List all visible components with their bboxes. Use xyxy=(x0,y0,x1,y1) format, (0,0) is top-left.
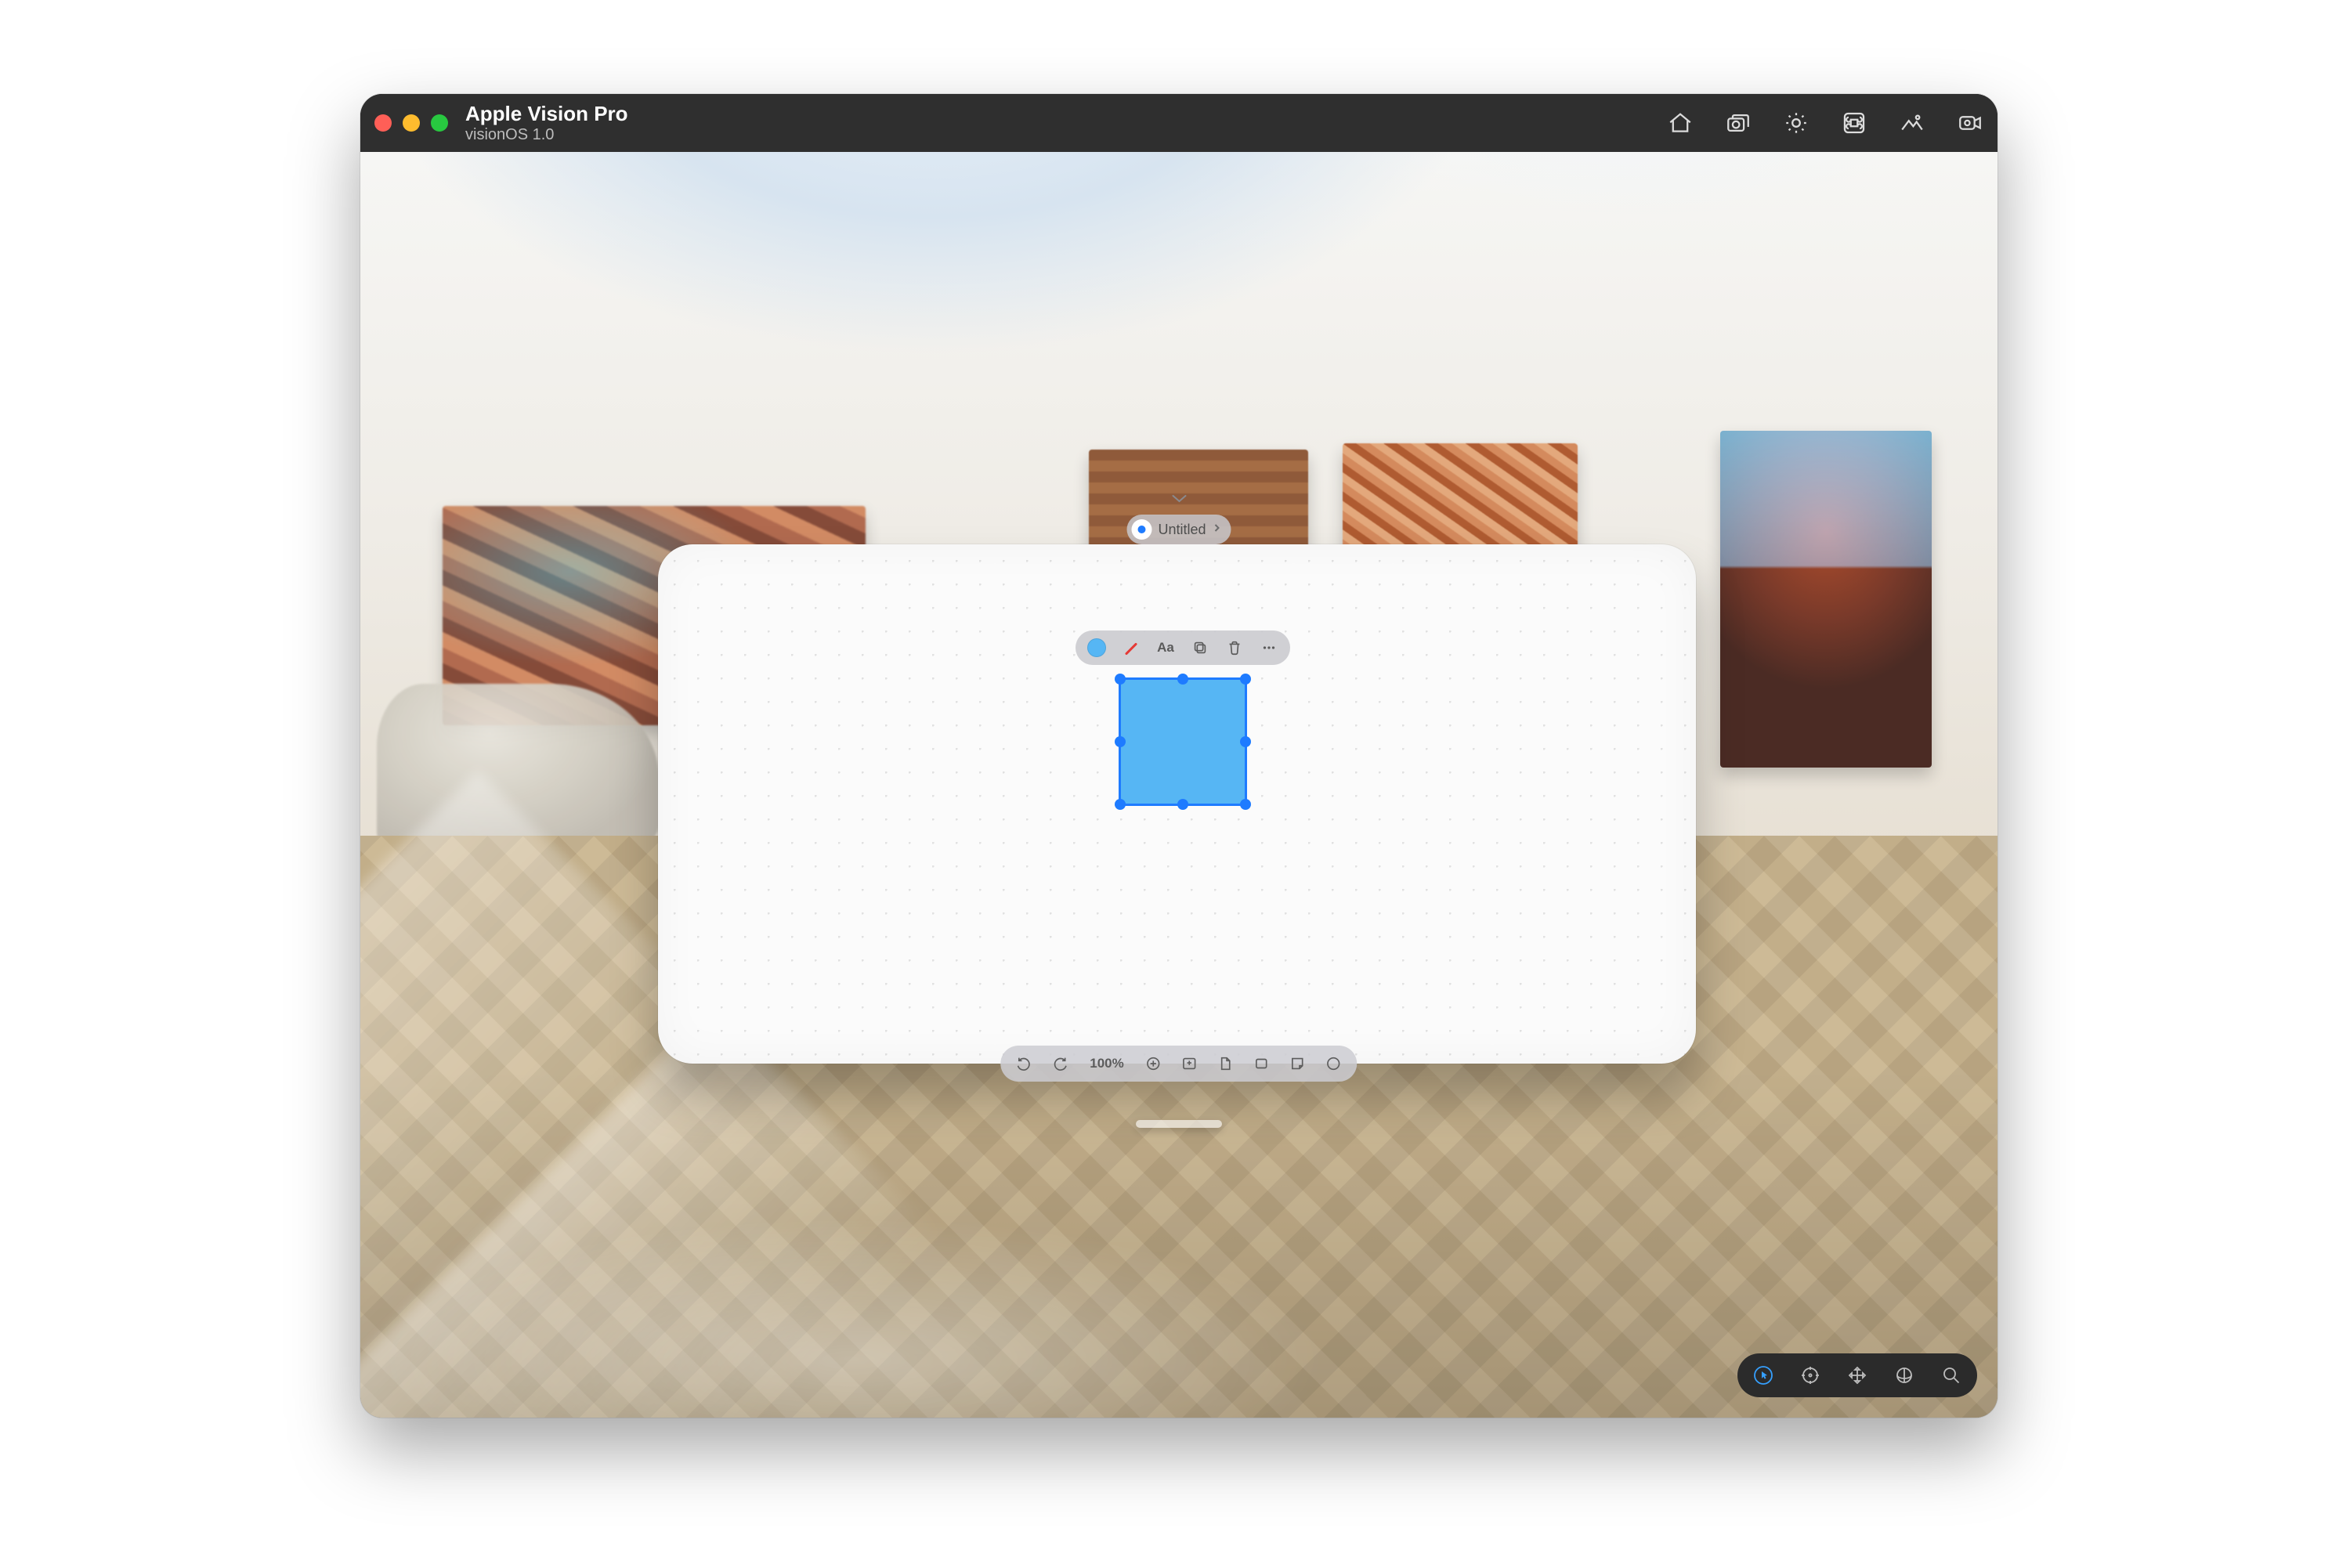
text-tool-button[interactable]: Aa xyxy=(1155,638,1176,658)
zoom-level[interactable]: 100% xyxy=(1086,1056,1126,1071)
window-grab-bar[interactable] xyxy=(1136,1120,1222,1128)
more-icon[interactable] xyxy=(1259,638,1279,658)
simulator-viewport[interactable]: Untitled Aa xyxy=(360,152,1998,1418)
resize-handle-sw[interactable] xyxy=(1115,799,1126,810)
duplicate-icon[interactable] xyxy=(1190,638,1210,658)
bottom-toolbar: 100% xyxy=(1000,1046,1357,1082)
record-icon[interactable] xyxy=(1957,110,1983,136)
camera-multi-icon[interactable] xyxy=(1725,110,1752,136)
insert-image-icon[interactable] xyxy=(1180,1054,1199,1073)
document-name: Untitled xyxy=(1158,522,1206,538)
floor-light-beam xyxy=(360,1006,1101,1418)
context-toolbar: Aa xyxy=(1076,630,1290,665)
pan-mode-button[interactable] xyxy=(1846,1364,1869,1387)
canvas-window[interactable]: Aa xyxy=(658,544,1696,1064)
text-tool-label: Aa xyxy=(1157,640,1174,656)
camera-controls xyxy=(1737,1353,1977,1397)
window-subtitle: visionOS 1.0 xyxy=(465,126,628,143)
orbit-mode-button[interactable] xyxy=(1893,1364,1916,1387)
titlebar-actions xyxy=(1667,110,1983,136)
document-icon[interactable] xyxy=(1217,1054,1235,1073)
trash-icon[interactable] xyxy=(1224,638,1245,658)
window-controls xyxy=(374,114,448,132)
sticky-note-icon[interactable] xyxy=(1289,1054,1307,1073)
landscape-icon[interactable] xyxy=(1899,110,1925,136)
redo-icon[interactable] xyxy=(1050,1054,1069,1073)
chevron-down-icon[interactable] xyxy=(1171,493,1187,508)
home-icon[interactable] xyxy=(1667,110,1694,136)
add-icon[interactable] xyxy=(1144,1054,1163,1073)
resize-handle-s[interactable] xyxy=(1177,799,1188,810)
app-icon xyxy=(1131,519,1152,540)
selected-shape[interactable]: Aa xyxy=(1120,679,1246,804)
resize-handle-ne[interactable] xyxy=(1240,674,1251,685)
text-icon[interactable] xyxy=(1325,1054,1343,1073)
undo-icon[interactable] xyxy=(1014,1054,1033,1073)
rectangle-shape[interactable] xyxy=(1120,679,1246,804)
command-icon[interactable] xyxy=(1841,110,1867,136)
target-mode-button[interactable] xyxy=(1799,1364,1822,1387)
wall-art-right xyxy=(1720,431,1932,768)
window-title: Apple Vision Pro xyxy=(465,103,628,125)
shape-icon[interactable] xyxy=(1253,1054,1271,1073)
fill-color-swatch[interactable] xyxy=(1086,638,1107,658)
brightness-icon[interactable] xyxy=(1783,110,1810,136)
no-fill-icon[interactable] xyxy=(1121,638,1141,658)
resize-handle-e[interactable] xyxy=(1240,736,1251,747)
fullscreen-button[interactable] xyxy=(431,114,448,132)
zoom-mode-button[interactable] xyxy=(1940,1364,1963,1387)
pointer-mode-button[interactable] xyxy=(1752,1364,1775,1387)
close-button[interactable] xyxy=(374,114,392,132)
chevron-right-icon xyxy=(1213,522,1222,537)
document-title-area: Untitled xyxy=(1126,493,1231,544)
title-text: Apple Vision Pro visionOS 1.0 xyxy=(465,103,628,144)
titlebar: Apple Vision Pro visionOS 1.0 xyxy=(360,94,1998,152)
simulator-window: Apple Vision Pro visionOS 1.0 xyxy=(360,94,1998,1418)
document-chip[interactable]: Untitled xyxy=(1126,515,1231,544)
minimize-button[interactable] xyxy=(403,114,420,132)
resize-handle-se[interactable] xyxy=(1240,799,1251,810)
